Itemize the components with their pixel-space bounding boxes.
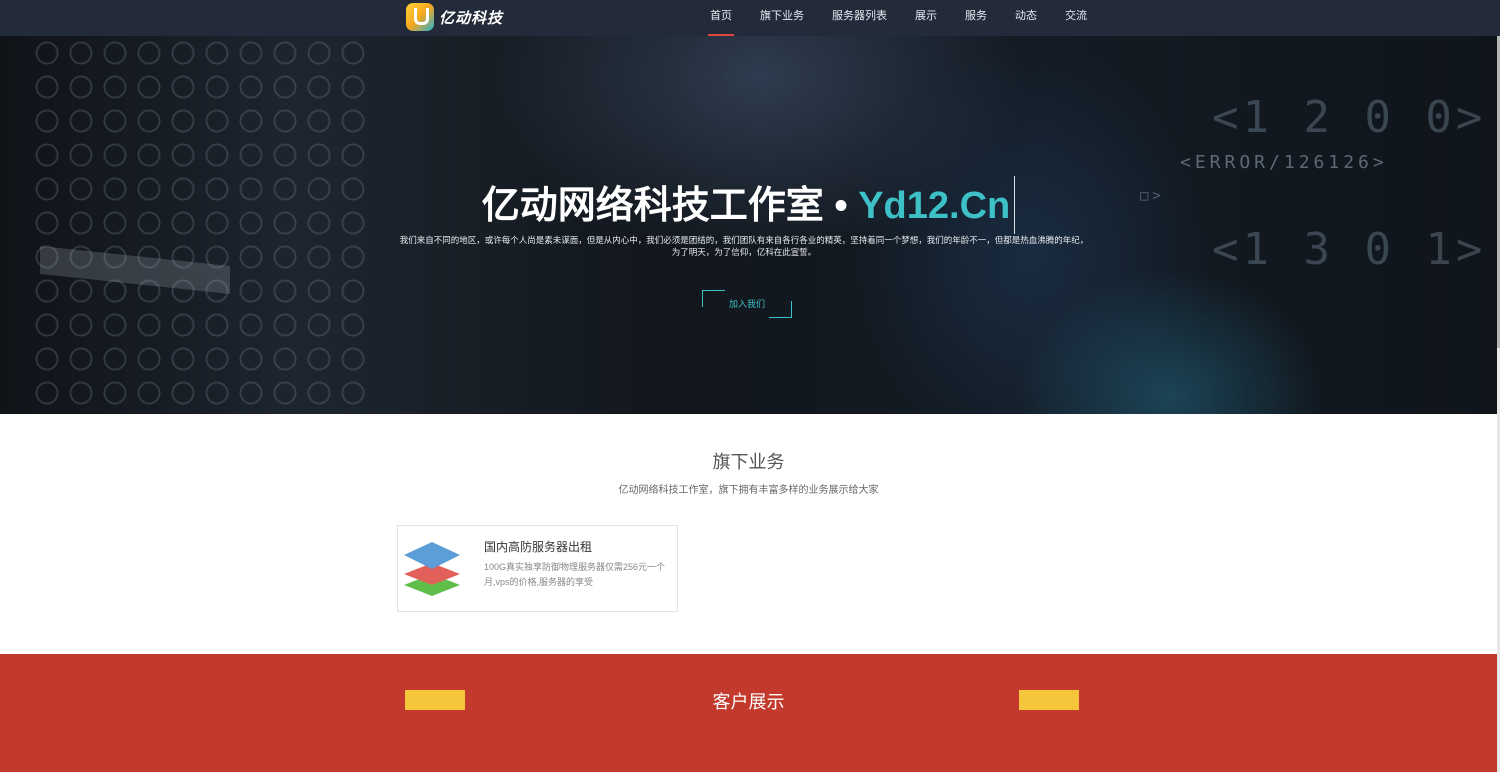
hero-title-main: 亿动网络科技工作室 [481, 185, 824, 227]
join-us-button[interactable]: 加入我们 [702, 290, 792, 318]
clients-decor-right [1019, 690, 1079, 710]
nav-item-home[interactable]: 首页 [700, 0, 742, 36]
business-card[interactable]: 国内高防服务器出租 100G真实独享防御物理服务器仅需256元一个月,vps的价… [397, 525, 678, 612]
brand-logo[interactable]: 亿动科技 [406, 2, 503, 32]
business-section-subtitle: 亿动网络科技工作室，旗下拥有丰富多样的业务展示给大家 [618, 485, 879, 496]
hero-glitch-error: <ERROR/126126> [1180, 152, 1388, 173]
layers-icon [404, 542, 460, 596]
hero-title-domain: Yd12.Cn [858, 185, 1011, 227]
nav-item-news[interactable]: 动态 [1005, 0, 1047, 36]
nav-item-community[interactable]: 交流 [1055, 0, 1097, 36]
typing-cursor [1014, 175, 1016, 234]
business-card-title: 国内高防服务器出租 [484, 540, 593, 554]
hero-description: 我们来自不同的地区，或许每个人尚是素未谋面，但是从内心中，我们必须是团结的，我们… [399, 235, 1089, 257]
hero-title: 亿动网络科技工作室 • Yd12.Cn [0, 174, 1497, 237]
logo-text: 亿动科技 [439, 9, 504, 27]
business-card-description: 100G真实独享防御物理服务器仅需256元一个月,vps的价格,服务器的享受 [484, 562, 666, 587]
nav-item-server-list[interactable]: 服务器列表 [822, 0, 897, 36]
logo-u-icon [406, 3, 434, 31]
nav-item-service[interactable]: 服务 [955, 0, 997, 36]
hero-title-separator: • [823, 185, 859, 227]
top-navbar: 亿动科技 首页 旗下业务 服务器列表 展示 服务 动态 交流 [0, 0, 1500, 36]
nav-item-showcase[interactable]: 展示 [905, 0, 947, 36]
main-nav: 首页 旗下业务 服务器列表 展示 服务 动态 交流 [700, 0, 1105, 36]
business-section-title: 旗下业务 [712, 452, 785, 472]
nav-item-business[interactable]: 旗下业务 [750, 0, 814, 36]
clients-section: 客户展示 [0, 654, 1497, 772]
hero-banner: <1 2 0 0> <ERROR/126126> <1 3 0 1> □> 亿动… [0, 36, 1497, 414]
clients-section-title: 客户展示 [712, 692, 785, 712]
hero-glitch-text: <1 2 0 0> [1212, 92, 1487, 143]
